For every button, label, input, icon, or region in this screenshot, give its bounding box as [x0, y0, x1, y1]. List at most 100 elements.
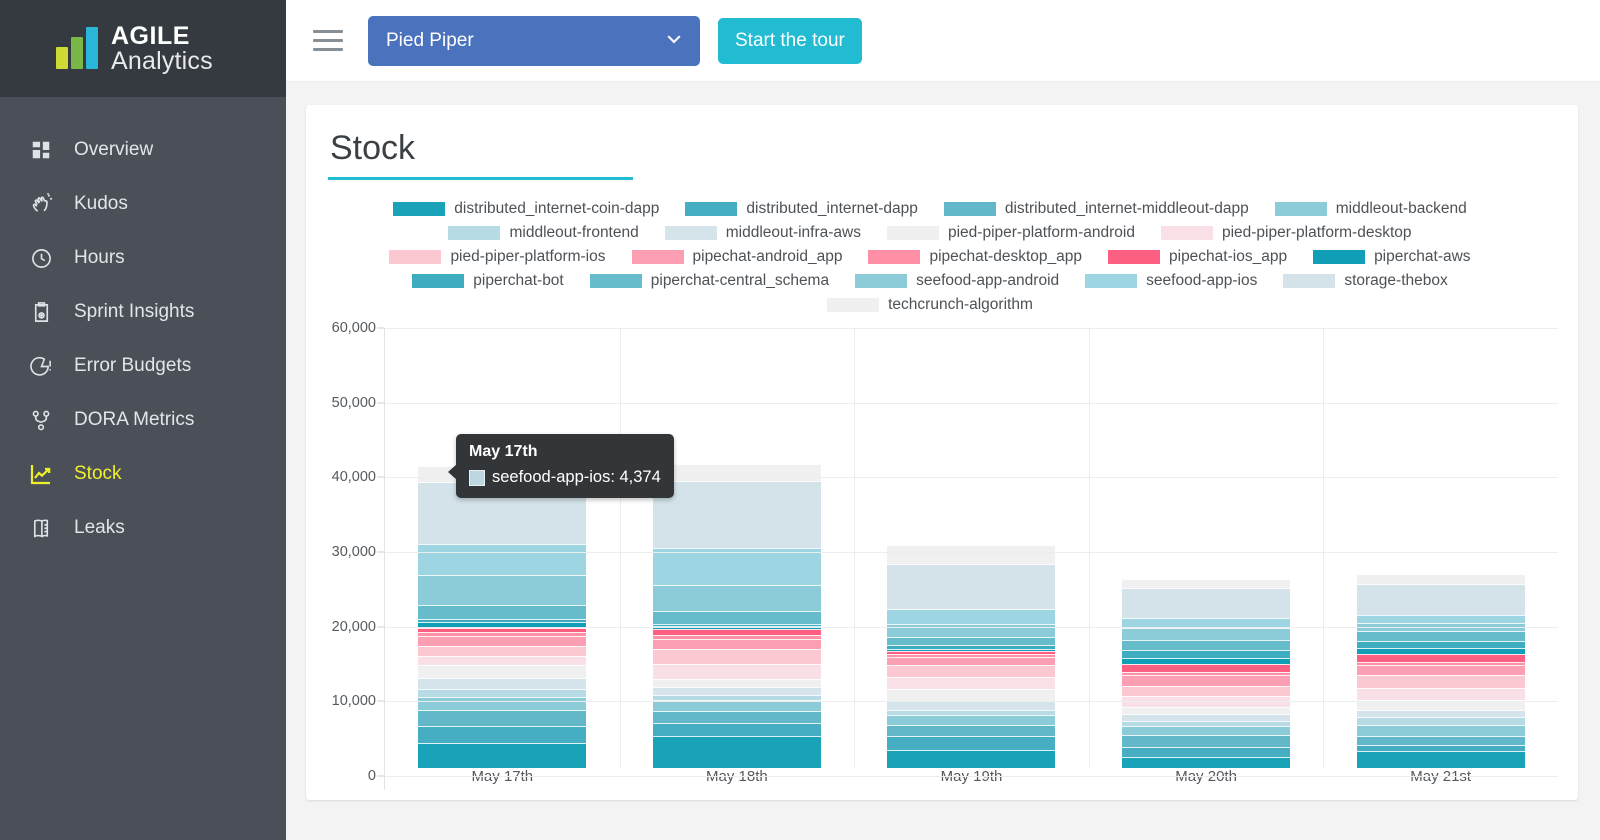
brand-logo[interactable]: AGILE Analytics — [0, 0, 286, 97]
bar-segment[interactable] — [418, 696, 587, 711]
bar-segment[interactable] — [418, 574, 587, 606]
bar-segment[interactable] — [418, 710, 587, 726]
sidebar-item-hours[interactable]: Hours — [0, 231, 286, 285]
sidebar-item-kudos[interactable]: Kudos — [0, 177, 286, 231]
stacked-bar[interactable] — [1122, 578, 1291, 768]
sidebar-item-dora-metrics[interactable]: DORA Metrics — [0, 393, 286, 447]
legend-item[interactable]: pied-piper-platform-desktop — [1160, 224, 1412, 242]
bar-segment[interactable] — [887, 724, 1056, 736]
bar-segment[interactable] — [1356, 631, 1525, 641]
bar-segment[interactable] — [652, 678, 821, 687]
bar-segment[interactable] — [1122, 675, 1291, 686]
bar-segment[interactable] — [1122, 663, 1291, 673]
bar-segment[interactable] — [418, 725, 587, 744]
bar-segment[interactable] — [887, 715, 1056, 725]
bar-segment[interactable] — [1356, 724, 1525, 736]
legend-item[interactable]: piperchat-aws — [1313, 248, 1471, 266]
bar-segment[interactable] — [887, 608, 1056, 624]
bar-segment[interactable] — [652, 711, 821, 723]
bar-segment[interactable] — [1356, 709, 1525, 718]
legend-item[interactable]: pipechat-android_app — [631, 248, 842, 266]
bar-segment[interactable] — [1122, 707, 1291, 715]
bar-segment[interactable] — [652, 686, 821, 695]
bar-segment[interactable] — [1122, 747, 1291, 757]
bar-segment[interactable] — [418, 655, 587, 666]
bar-segment[interactable] — [887, 656, 1056, 665]
legend-item[interactable]: pied-piper-platform-ios — [389, 248, 606, 266]
bar-segment[interactable] — [1122, 649, 1291, 659]
legend-item[interactable]: distributed_internet-middleout-dapp — [943, 200, 1249, 218]
sidebar-item-stock[interactable]: Stock — [0, 447, 286, 501]
hamburger-icon[interactable] — [306, 19, 350, 63]
bar-segment[interactable] — [652, 638, 821, 649]
bar-segment[interactable] — [652, 722, 821, 736]
bar-segment[interactable] — [887, 689, 1056, 701]
legend-item[interactable]: middleout-infra-aws — [664, 224, 861, 242]
stacked-bar[interactable] — [652, 464, 821, 768]
bar-segment[interactable] — [1356, 735, 1525, 745]
bar-segment[interactable] — [1122, 578, 1291, 589]
bar-segment[interactable] — [652, 585, 821, 612]
bar-segment[interactable] — [652, 611, 821, 624]
bar-segment[interactable] — [418, 678, 587, 690]
bar-segment[interactable] — [887, 735, 1056, 751]
start-tour-button[interactable]: Start the tour — [718, 17, 862, 64]
legend-item[interactable]: pipechat-desktop_app — [868, 248, 1082, 266]
bar-segment[interactable] — [1122, 685, 1291, 697]
bar-segment[interactable] — [1356, 750, 1525, 768]
bar-segment[interactable] — [1122, 588, 1291, 619]
bar-segment[interactable] — [652, 480, 821, 548]
bar-segment[interactable] — [887, 664, 1056, 678]
bar-segment[interactable] — [1356, 583, 1525, 615]
legend-item[interactable]: middleout-frontend — [448, 224, 639, 242]
bar-segment[interactable] — [1356, 717, 1525, 725]
bar-segment[interactable] — [652, 735, 821, 768]
bar-segment[interactable] — [887, 564, 1056, 609]
stacked-bar[interactable] — [418, 465, 587, 768]
bar-segment[interactable] — [1122, 756, 1291, 768]
bar-segment[interactable] — [418, 665, 587, 679]
bar-segment[interactable] — [887, 637, 1056, 645]
bar-segment[interactable] — [1122, 639, 1291, 650]
legend-item[interactable]: seefood-app-ios — [1085, 272, 1257, 290]
bar-segment[interactable] — [887, 623, 1056, 638]
sidebar-item-leaks[interactable]: Leaks — [0, 501, 286, 555]
bar-segment[interactable] — [418, 605, 587, 619]
bar-segment[interactable] — [1122, 725, 1291, 736]
bar-segment[interactable] — [1356, 640, 1525, 648]
legend-item[interactable]: distributed_internet-coin-dapp — [393, 200, 659, 218]
bar-segment[interactable] — [1356, 614, 1525, 623]
stacked-bar[interactable] — [1356, 573, 1525, 768]
sidebar-item-overview[interactable]: Overview — [0, 123, 286, 177]
bar-segment[interactable] — [1356, 675, 1525, 689]
project-select[interactable]: Pied Piper — [368, 15, 700, 66]
legend-item[interactable]: piperchat-central_schema — [589, 272, 829, 290]
bar-segment[interactable] — [652, 547, 821, 586]
bar-segment[interactable] — [1356, 664, 1525, 676]
bar-segment[interactable] — [652, 648, 821, 664]
bar-segment[interactable] — [1356, 688, 1525, 701]
bar-segment[interactable] — [418, 689, 587, 697]
bar-segment[interactable] — [1356, 573, 1525, 584]
bar-segment[interactable] — [887, 750, 1056, 768]
stacked-bar[interactable] — [887, 545, 1056, 768]
bar-segment[interactable] — [418, 636, 587, 647]
sidebar-item-sprint-insights[interactable]: Sprint Insights — [0, 285, 286, 339]
bar-segment[interactable] — [418, 743, 587, 768]
bar-segment[interactable] — [1356, 653, 1525, 663]
legend-item[interactable]: distributed_internet-dapp — [685, 200, 918, 218]
sidebar-item-error-budgets[interactable]: Error Budgets — [0, 339, 286, 393]
legend-item[interactable]: middleout-backend — [1274, 200, 1467, 218]
bar-segment[interactable] — [887, 677, 1056, 690]
legend-item[interactable]: piperchat-bot — [412, 272, 564, 290]
bar-segment[interactable] — [418, 646, 587, 656]
legend-item[interactable]: storage-thebox — [1283, 272, 1448, 290]
bar-segment[interactable] — [652, 663, 821, 679]
bar-segment[interactable] — [418, 543, 587, 575]
legend-item[interactable]: pipechat-ios_app — [1108, 248, 1287, 266]
bar-segment[interactable] — [887, 545, 1056, 565]
bar-segment[interactable] — [1122, 628, 1291, 640]
legend-item[interactable]: techcrunch-algorithm — [827, 296, 1033, 314]
bar-segment[interactable] — [1122, 735, 1291, 748]
legend-item[interactable]: pied-piper-platform-android — [886, 224, 1135, 242]
